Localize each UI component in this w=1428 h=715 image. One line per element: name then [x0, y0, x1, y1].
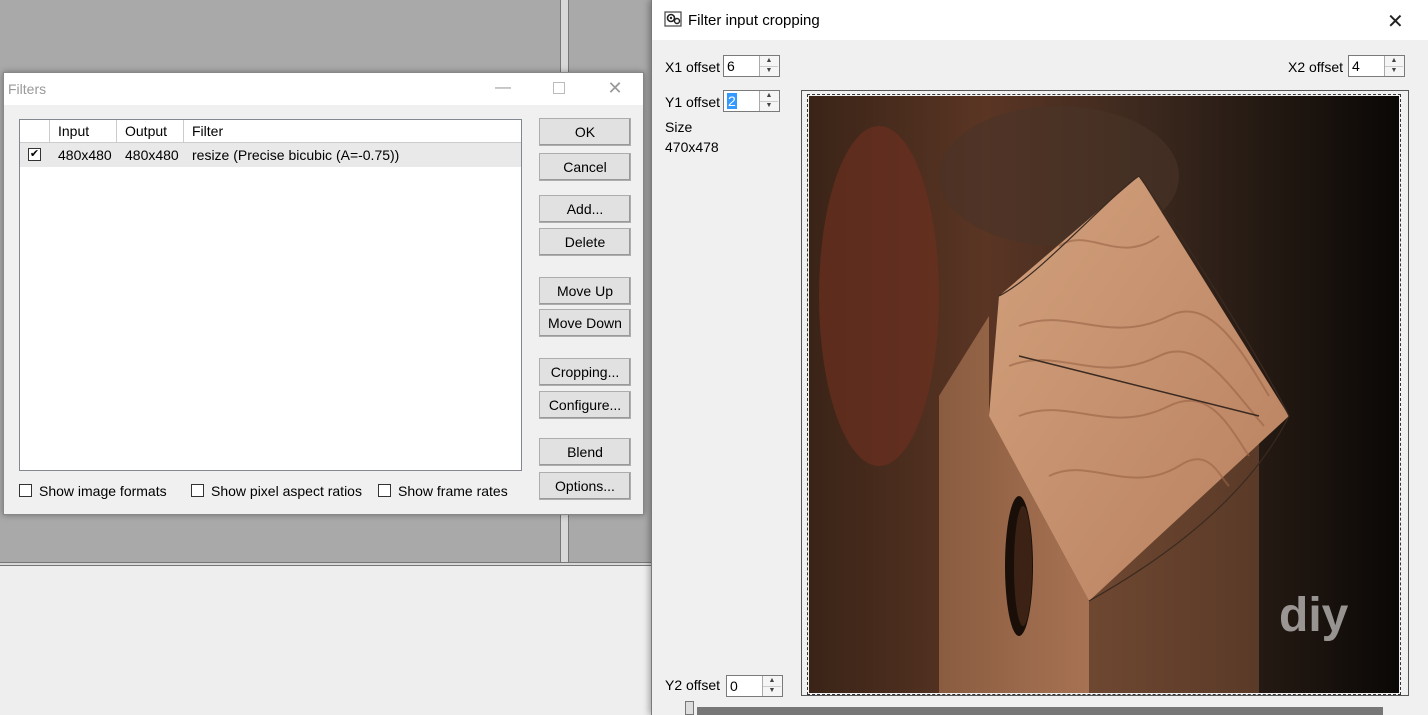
show-pixel-aspect-ratios-checkbox[interactable] [191, 484, 204, 497]
video-frame-graphic: diy [809, 96, 1399, 693]
spin-down-icon[interactable]: ▼ [760, 66, 778, 76]
row-output: 480x480 [125, 147, 179, 163]
spin-down-icon[interactable]: ▼ [1385, 66, 1403, 76]
position-slider-thumb[interactable] [685, 701, 694, 715]
watermark-logo: diy [1279, 589, 1349, 642]
options-button[interactable]: Options... [539, 472, 631, 500]
move-down-button[interactable]: Move Down [539, 309, 631, 337]
show-image-formats-checkbox[interactable] [19, 484, 32, 497]
app-gear-icon [664, 11, 682, 27]
add-button[interactable]: Add... [539, 195, 631, 223]
cancel-button[interactable]: Cancel [539, 153, 631, 181]
show-pixel-aspect-ratios-label: Show pixel aspect ratios [211, 483, 362, 499]
x1-spinner-arrows[interactable]: ▲ ▼ [759, 56, 779, 76]
x1-offset-value[interactable]: 6 [727, 58, 735, 74]
position-slider-track[interactable] [697, 707, 1383, 715]
show-frame-rates-label: Show frame rates [398, 483, 508, 499]
row-filter: resize (Precise bicubic (A=-0.75)) [192, 147, 400, 163]
maximize-icon [553, 81, 565, 94]
filters-titlebar[interactable]: Filters — ✕ [4, 73, 643, 105]
y1-spinner-arrows[interactable]: ▲ ▼ [759, 91, 779, 111]
y2-offset-value[interactable]: 0 [730, 678, 738, 694]
y2-spinner-arrows[interactable]: ▲ ▼ [762, 676, 782, 696]
spin-down-icon[interactable]: ▼ [760, 101, 778, 111]
y1-offset-value[interactable]: 2 [727, 93, 737, 109]
filters-title: Filters [8, 81, 47, 97]
filter-list-header: Input Output Filter [20, 120, 521, 143]
filter-enabled-checkbox[interactable]: ✔ [28, 148, 41, 161]
x1-offset-spinner[interactable]: 6 ▲ ▼ [723, 55, 780, 77]
ok-button[interactable]: OK [539, 118, 631, 146]
table-row[interactable]: ✔ 480x480 480x480 resize (Precise bicubi… [20, 143, 521, 167]
y1-offset-label: Y1 offset [665, 94, 721, 110]
filters-dialog: Filters — ✕ Input Output Filter ✔ 480x48… [3, 72, 644, 515]
x2-offset-label: X2 offset [1288, 59, 1344, 75]
close-icon[interactable]: ✕ [1387, 9, 1404, 34]
minimize-button[interactable]: — [480, 73, 526, 105]
column-header-filter[interactable]: Filter [184, 120, 521, 142]
column-header-output[interactable]: Output [117, 120, 184, 142]
y2-offset-label: Y2 offset [665, 677, 721, 693]
size-value: 470x478 [665, 139, 719, 155]
spin-down-icon[interactable]: ▼ [763, 686, 781, 696]
show-frame-rates-checkbox[interactable] [378, 484, 391, 497]
x2-offset-value[interactable]: 4 [1352, 58, 1360, 74]
configure-button[interactable]: Configure... [539, 391, 631, 419]
video-preview-image[interactable]: diy [807, 94, 1401, 695]
x2-spinner-arrows[interactable]: ▲ ▼ [1384, 56, 1404, 76]
y2-offset-spinner[interactable]: 0 ▲ ▼ [726, 675, 783, 697]
row-input: 480x480 [58, 147, 112, 163]
cropping-button[interactable]: Cropping... [539, 358, 631, 386]
column-header-input[interactable]: Input [50, 120, 117, 142]
crop-title: Filter input cropping [688, 12, 820, 29]
blend-button[interactable]: Blend [539, 438, 631, 466]
x1-offset-label: X1 offset [665, 59, 721, 75]
maximize-button[interactable] [536, 73, 582, 105]
x2-offset-spinner[interactable]: 4 ▲ ▼ [1348, 55, 1405, 77]
size-label: Size [665, 119, 693, 135]
move-up-button[interactable]: Move Up [539, 277, 631, 305]
close-button[interactable]: ✕ [592, 73, 638, 105]
column-header-enabled[interactable] [20, 120, 50, 142]
y1-offset-spinner[interactable]: 2 ▲ ▼ [723, 90, 780, 112]
crop-titlebar[interactable]: Filter input cropping ✕ [652, 0, 1428, 40]
filter-list[interactable]: Input Output Filter ✔ 480x480 480x480 re… [19, 119, 522, 471]
delete-button[interactable]: Delete [539, 228, 631, 256]
background-panel [0, 566, 652, 715]
show-image-formats-label: Show image formats [39, 483, 167, 499]
